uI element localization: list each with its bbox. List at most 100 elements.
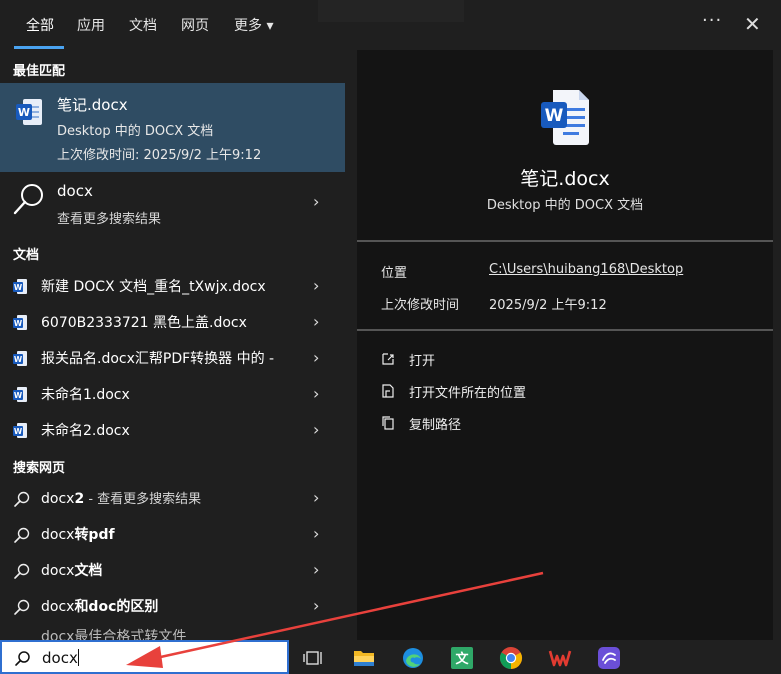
- edge-icon[interactable]: [401, 646, 425, 670]
- text-caret: [77, 649, 79, 666]
- best-match-modified: 上次修改时间: 2025/9/2 上午9:12: [57, 148, 262, 163]
- chevron-right-icon: ›: [313, 276, 320, 295]
- svg-text:W: W: [14, 319, 23, 328]
- copy-path-label: 复制路径: [409, 418, 462, 433]
- preview-title: 笔记.docx: [520, 168, 610, 190]
- word-doc-icon: W: [13, 351, 27, 366]
- location-link[interactable]: C:\Users\huibang168\Desktop: [489, 262, 683, 277]
- wps-text-icon[interactable]: 文: [450, 646, 474, 670]
- tab-more-label: 更多: [234, 18, 262, 34]
- tab-more[interactable]: 更多 ▾: [234, 15, 273, 35]
- document-name: 未命名2.docx: [41, 423, 130, 439]
- chevron-right-icon: ›: [313, 596, 320, 615]
- search-icon: [15, 651, 30, 666]
- best-match-subtitle: Desktop 中的 DOCX 文档: [57, 124, 214, 139]
- document-name: 6070B2333721 黑色上盖.docx: [41, 315, 247, 331]
- preview-subtitle: Desktop 中的 DOCX 文档: [486, 198, 644, 213]
- web-suggestion[interactable]: docx转pdf ›: [0, 516, 345, 552]
- chevron-right-icon: ›: [313, 488, 320, 507]
- wps-office-icon[interactable]: [548, 646, 572, 670]
- docx-query-subtitle: 查看更多搜索结果: [57, 212, 162, 227]
- list-item[interactable]: W 未命名2.docx ›: [0, 412, 345, 448]
- chevron-down-icon: ▾: [266, 18, 274, 34]
- task-view-icon[interactable]: [302, 646, 326, 670]
- chevron-right-icon: ›: [313, 524, 320, 543]
- list-item[interactable]: W 未命名1.docx ›: [0, 376, 345, 412]
- svg-text:文: 文: [455, 651, 469, 667]
- document-name: 报关品名.docx汇帮PDF转换器 中的 -: [41, 351, 275, 367]
- word-doc-icon: W: [541, 90, 589, 145]
- word-doc-icon: W: [13, 423, 27, 438]
- tab-documents[interactable]: 文档: [129, 15, 157, 35]
- best-match-title: 笔记.docx: [57, 96, 128, 114]
- preview-panel: W 笔记.docx Desktop 中的 DOCX 文档 位置 C:\Users…: [357, 50, 773, 640]
- svg-text:W: W: [14, 355, 23, 364]
- taskbar: docx 文: [0, 640, 781, 674]
- list-item[interactable]: W 报关品名.docx汇帮PDF转换器 中的 - ›: [0, 340, 345, 376]
- close-icon[interactable]: ✕: [744, 12, 761, 36]
- chevron-right-icon: ›: [313, 560, 320, 579]
- chevron-right-icon: ›: [313, 384, 320, 403]
- open-action[interactable]: 打开: [381, 349, 681, 371]
- divider: [357, 329, 773, 331]
- document-name: 新建 DOCX 文档_重名_tXwjx.docx: [41, 279, 266, 295]
- section-best-match: 最佳匹配: [13, 64, 66, 79]
- tab-all[interactable]: 全部: [26, 15, 54, 35]
- tab-web[interactable]: 网页: [181, 15, 209, 35]
- active-tab-indicator: [14, 46, 64, 49]
- word-doc-icon: W: [16, 99, 42, 125]
- svg-text:W: W: [545, 106, 564, 126]
- results-list: 最佳匹配 W 笔记.docx Desktop 中的 DOCX 文档 上次修改时间…: [0, 50, 345, 640]
- app-icon[interactable]: [597, 646, 621, 670]
- search-icon: [14, 563, 30, 579]
- best-match-item[interactable]: W 笔记.docx Desktop 中的 DOCX 文档 上次修改时间: 202…: [0, 83, 345, 172]
- modified-label: 上次修改时间: [381, 298, 460, 313]
- svg-text:W: W: [18, 106, 30, 119]
- document-name: 未命名1.docx: [41, 387, 130, 403]
- list-item[interactable]: W 新建 DOCX 文档_重名_tXwjx.docx ›: [0, 268, 345, 304]
- search-icon: [14, 491, 30, 507]
- search-input[interactable]: docx: [0, 640, 289, 674]
- copy-path-action[interactable]: 复制路径: [381, 413, 681, 435]
- docx-query-title: docx: [57, 182, 93, 200]
- background-region: [318, 0, 464, 22]
- list-item-partial[interactable]: docx最佳合格式转文件: [0, 628, 345, 640]
- svg-text:W: W: [14, 427, 23, 436]
- web-suggestion[interactable]: docx2 - 查看更多搜索结果 ›: [0, 480, 345, 516]
- divider: [357, 240, 773, 242]
- chevron-right-icon: ›: [313, 420, 320, 439]
- section-web: 搜索网页: [13, 461, 66, 476]
- open-file-location-action[interactable]: 打开文件所在的位置: [381, 381, 681, 403]
- web-suggestion-label: docx和doc的区别: [41, 599, 159, 615]
- open-label: 打开: [409, 354, 436, 369]
- chevron-right-icon: ›: [313, 192, 320, 211]
- search-icon: [13, 184, 43, 215]
- section-documents: 文档: [13, 248, 40, 263]
- web-suggestion[interactable]: docx文档 ›: [0, 552, 345, 588]
- location-label: 位置: [381, 266, 408, 281]
- search-icon: [14, 527, 30, 543]
- web-suggestion[interactable]: docx和doc的区别 ›: [0, 588, 345, 624]
- docx-more-results-item[interactable]: docx 查看更多搜索结果 ›: [0, 172, 345, 232]
- search-input-value: docx: [42, 649, 78, 667]
- svg-text:W: W: [14, 283, 23, 292]
- web-suggestion-label: docx2 - 查看更多搜索结果: [41, 491, 202, 507]
- word-doc-icon: W: [13, 387, 27, 402]
- chevron-right-icon: ›: [313, 348, 320, 367]
- chevron-right-icon: ›: [313, 312, 320, 331]
- search-tab-bar: 全部 应用 文档 网页 更多 ▾ ··· ✕: [0, 0, 781, 50]
- file-explorer-icon[interactable]: [352, 646, 376, 670]
- tab-apps[interactable]: 应用: [77, 15, 105, 35]
- list-item[interactable]: W 6070B2333721 黑色上盖.docx ›: [0, 304, 345, 340]
- chrome-icon[interactable]: [499, 646, 523, 670]
- partial-row-label: docx最佳合格式转文件: [41, 629, 187, 640]
- word-doc-icon: W: [13, 315, 27, 330]
- open-icon: [382, 353, 394, 365]
- web-suggestion-label: docx转pdf: [41, 527, 115, 543]
- ellipsis-icon[interactable]: ···: [702, 10, 722, 31]
- word-doc-icon: W: [13, 279, 27, 294]
- modified-value: 2025/9/2 上午9:12: [489, 298, 607, 313]
- open-file-location-label: 打开文件所在的位置: [409, 386, 527, 401]
- web-suggestion-label: docx文档: [41, 563, 103, 579]
- folder-location-icon: [382, 384, 394, 398]
